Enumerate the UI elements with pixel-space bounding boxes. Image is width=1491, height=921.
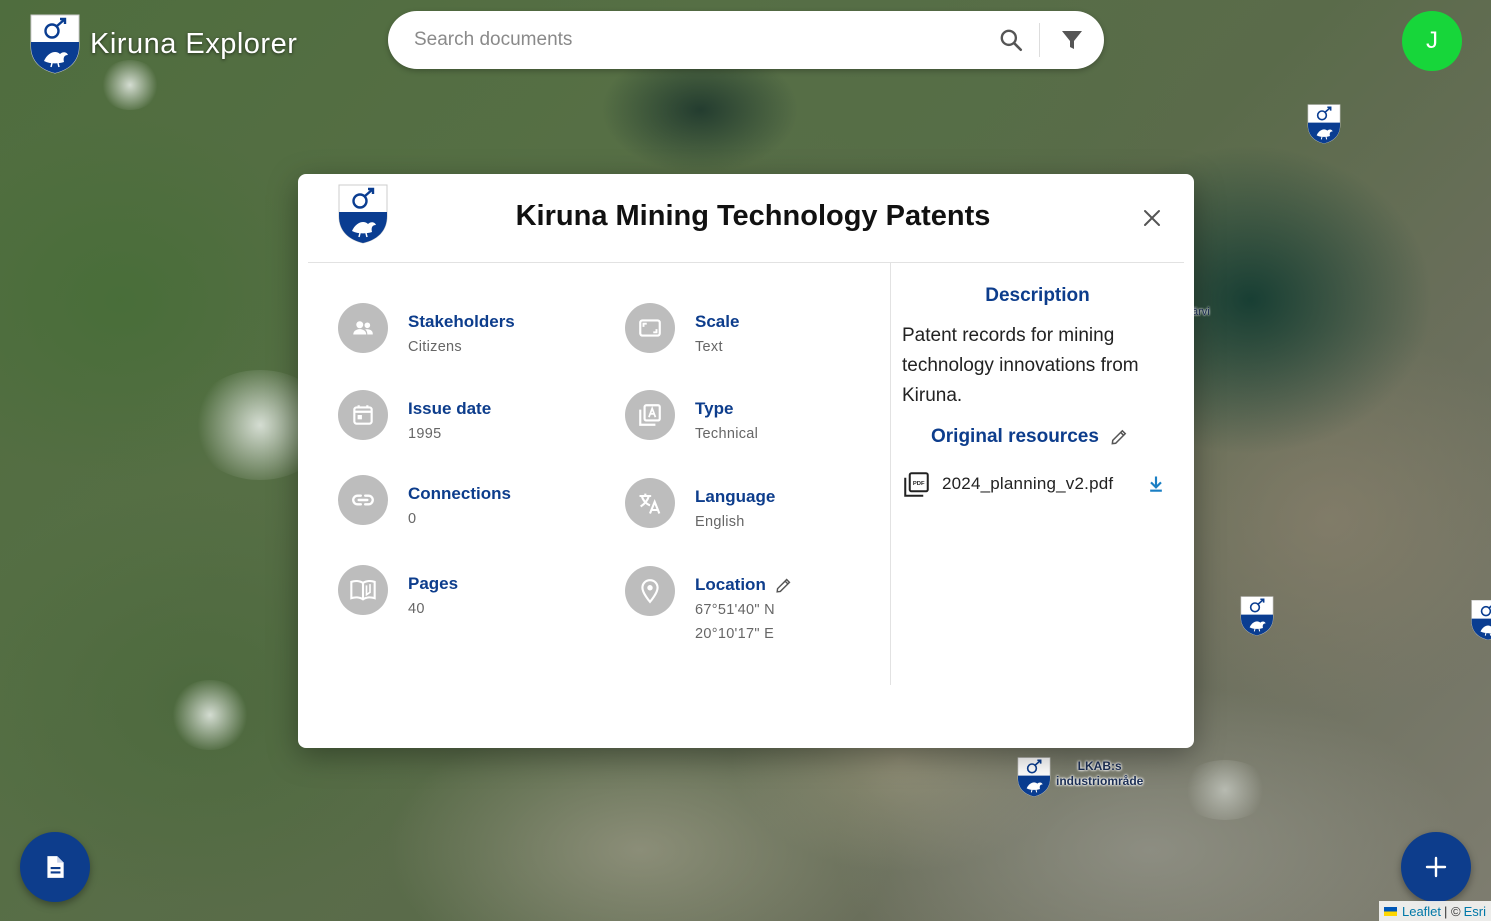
search-input[interactable] (388, 11, 983, 69)
map-attribution: Leaflet | © Esri (1378, 901, 1491, 921)
field-value: 1995 (408, 426, 442, 442)
map-label-industrial-line2: industriområde (1056, 774, 1144, 788)
field-value: 0 (408, 511, 417, 527)
location-latitude: 67°51'40" N (695, 602, 775, 618)
field-connections: Connections 0 (338, 475, 511, 527)
kiruna-crest-logo (30, 14, 80, 74)
resource-name: 2024_planning_v2.pdf (942, 474, 1114, 493)
search-icon (1000, 29, 1023, 52)
original-resources-header: Original resources (931, 426, 1129, 448)
app-title: Kiruna Explorer (90, 27, 298, 60)
calendar-icon (338, 390, 388, 440)
close-icon (1144, 210, 1160, 226)
field-label: Connections (408, 484, 511, 503)
field-issue-date: Issue date 1995 (338, 390, 491, 442)
pencil-icon (1111, 429, 1127, 445)
field-label: Issue date (408, 399, 492, 418)
document-marker[interactable] (1307, 104, 1341, 144)
map-label-industrial: LKAB:s industriområde (1056, 759, 1143, 789)
field-location: Location 67°51'40" N 20°10'17" E (625, 566, 793, 642)
field-label: Language (695, 487, 776, 506)
field-value: Text (695, 339, 723, 355)
field-label: Scale (695, 312, 740, 331)
modal-header: Kiruna Mining Technology Patents (308, 174, 1184, 263)
field-label-row: Location (695, 575, 793, 595)
map-cloud (1180, 760, 1270, 820)
link-icon (338, 475, 388, 525)
translate-icon (625, 478, 675, 528)
download-button[interactable] (1146, 474, 1166, 494)
document-icon (47, 856, 64, 878)
aspect-ratio-icon (625, 303, 675, 353)
field-scale: Scale Text (625, 303, 739, 355)
field-label: Location (695, 575, 766, 594)
field-language: Language English (625, 478, 775, 530)
location-pin-icon (625, 566, 675, 616)
documents-list-button[interactable] (20, 832, 90, 902)
document-marker[interactable] (1017, 757, 1051, 797)
attribution-separator: | © (1444, 903, 1461, 919)
edit-location-button[interactable] (774, 576, 793, 595)
filter-icon (1062, 31, 1082, 49)
document-marker[interactable] (1471, 592, 1491, 648)
description-title: Description (985, 285, 1090, 306)
edit-resources-button[interactable] (1109, 427, 1129, 447)
field-value: 40 (408, 601, 425, 617)
field-stakeholders: Stakeholders Citizens (338, 303, 515, 355)
search-bar (388, 11, 1104, 69)
original-resources-title: Original resources (931, 426, 1099, 447)
pencil-icon (776, 578, 791, 593)
map-label-industrial-line1: LKAB:s (1077, 759, 1122, 773)
map-label-lake: ärvi (1192, 306, 1210, 318)
close-button[interactable] (1138, 204, 1166, 232)
field-value: English (695, 514, 745, 530)
document-title: Kiruna Mining Technology Patents (515, 200, 991, 232)
description-text: Patent records for mining technology inn… (902, 325, 1139, 406)
field-label: Type (695, 399, 734, 418)
document-fields: Stakeholders Citizens Scale Text Issue d… (308, 263, 891, 685)
leaflet-link[interactable]: Leaflet (1402, 904, 1441, 919)
pdf-file-icon: PDF (904, 471, 929, 497)
field-pages: Pages 40 (338, 565, 458, 617)
filter-button[interactable] (1040, 11, 1104, 69)
type-icon (625, 390, 675, 440)
field-value: Technical (695, 426, 759, 442)
field-label: Stakeholders (408, 312, 515, 331)
user-avatar[interactable]: J (1402, 11, 1462, 71)
resource-item[interactable]: PDF 2024_planning_v2.pdf (903, 469, 1166, 499)
plus-icon (1425, 856, 1447, 878)
esri-link[interactable]: Esri (1464, 904, 1486, 919)
map-cloud (170, 680, 250, 750)
location-longitude: 20°10'17" E (695, 626, 775, 642)
field-label: Pages (408, 574, 459, 593)
book-icon (338, 565, 388, 615)
field-value: Citizens (408, 339, 462, 355)
field-type: Type Technical (625, 390, 758, 442)
search-button[interactable] (983, 11, 1039, 69)
brand: Kiruna Explorer (30, 14, 297, 74)
ukraine-flag-icon (1383, 906, 1397, 916)
download-icon (1150, 476, 1162, 492)
document-side-panel: Description Patent records for mining te… (891, 263, 1184, 685)
svg-text:PDF: PDF (913, 481, 925, 487)
add-document-button[interactable] (1401, 832, 1471, 902)
document-details-modal: Kiruna Mining Technology Patents Stakeho… (298, 174, 1194, 748)
people-icon (338, 303, 388, 353)
document-marker[interactable] (1240, 596, 1274, 636)
